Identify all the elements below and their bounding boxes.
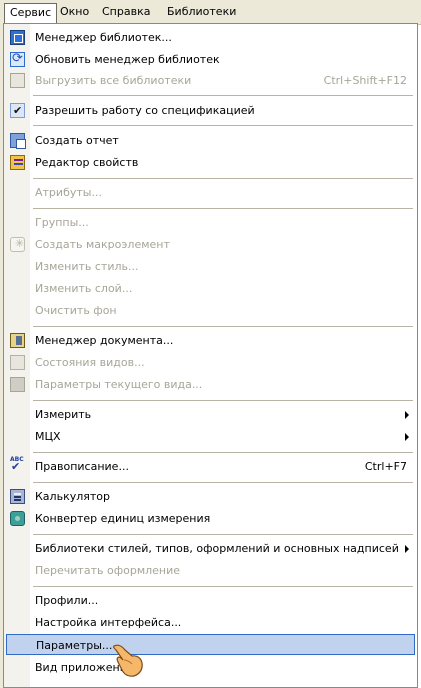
menu-item-label: Изменить слой... bbox=[35, 282, 133, 295]
macro-element-icon bbox=[10, 233, 25, 254]
menu-item-refresh-library-manager[interactable]: Обновить менеджер библиотек bbox=[6, 48, 415, 70]
menu-item-create-macro[interactable]: Создать макроэлемент bbox=[6, 233, 415, 255]
unit-converter-icon bbox=[10, 511, 25, 526]
menu-separator bbox=[33, 326, 413, 327]
menu-item-label: Библиотеки стилей, типов, оформлений и о… bbox=[35, 542, 399, 555]
menu-item-interface-settings[interactable]: Настройка интерфейса... bbox=[6, 612, 415, 633]
menu-item-label: МЦХ bbox=[35, 430, 61, 443]
library-manager-icon bbox=[10, 30, 25, 45]
menu-item-document-manager[interactable]: Менеджер документа... bbox=[6, 330, 415, 351]
menu-item-unload-libraries[interactable]: Выгрузить все библиотеки Ctrl+Shift+F12 bbox=[6, 70, 415, 91]
menu-separator bbox=[33, 178, 413, 179]
menu-item-shortcut: Ctrl+Shift+F12 bbox=[323, 74, 407, 87]
menu-item-profiles[interactable]: Профили... bbox=[6, 590, 415, 611]
menu-separator bbox=[33, 400, 413, 401]
menu-separator bbox=[33, 534, 413, 535]
menu-item-label: Состояния видов... bbox=[35, 356, 145, 369]
view-states-icon bbox=[10, 355, 25, 370]
submenu-arrow-icon bbox=[405, 411, 409, 419]
menu-item-label: Разрешить работу со спецификацией bbox=[35, 104, 255, 117]
menu-item-label: Настройка интерфейса... bbox=[35, 616, 182, 629]
menu-item-label: Профили... bbox=[35, 594, 99, 607]
menu-separator bbox=[33, 452, 413, 453]
menu-item-properties-editor[interactable]: Редактор свойств bbox=[6, 152, 415, 173]
menu-item-style-libraries[interactable]: Библиотеки стилей, типов, оформлений и о… bbox=[6, 538, 415, 559]
menu-separator bbox=[33, 586, 413, 587]
menu-item-label: Выгрузить все библиотеки bbox=[35, 74, 192, 87]
menu-item-app-view[interactable]: Вид приложения bbox=[6, 657, 415, 678]
spelling-icon bbox=[10, 456, 25, 474]
menu-item-label: Калькулятор bbox=[35, 490, 110, 503]
checkmark-icon bbox=[10, 100, 25, 121]
properties-editor-icon bbox=[10, 155, 25, 170]
menu-item-groups[interactable]: Группы... bbox=[6, 212, 415, 233]
menu-item-view-states[interactable]: Состояния видов... bbox=[6, 352, 415, 373]
menu-item-calculator[interactable]: Калькулятор bbox=[6, 486, 415, 507]
menu-bar: Сервис Окно Справка Библиотеки bbox=[0, 0, 421, 25]
menu-item-library-manager[interactable]: Менеджер библиотек... bbox=[6, 27, 415, 48]
submenu-arrow-icon bbox=[405, 433, 409, 441]
menu-separator bbox=[33, 482, 413, 483]
menu-item-label: Редактор свойств bbox=[35, 156, 139, 169]
refresh-library-icon bbox=[10, 48, 25, 69]
menu-item-label: Правописание... bbox=[35, 460, 129, 473]
menu-window[interactable]: Окно bbox=[55, 3, 94, 21]
menu-item-label: Очистить фон bbox=[35, 304, 117, 317]
view-parameters-icon bbox=[10, 377, 25, 392]
menu-item-change-style[interactable]: Изменить стиль... bbox=[6, 256, 415, 277]
menu-item-attributes[interactable]: Атрибуты... bbox=[6, 182, 415, 203]
calculator-icon bbox=[10, 489, 25, 504]
menu-item-change-layer[interactable]: Изменить слой... bbox=[6, 278, 415, 299]
service-dropdown-menu: Менеджер библиотек... Обновить менеджер … bbox=[3, 23, 418, 688]
menu-item-spelling[interactable]: Правописание... Ctrl+F7 bbox=[6, 456, 415, 477]
menu-item-clear-background[interactable]: Очистить фон bbox=[6, 300, 415, 321]
menu-item-measure[interactable]: Измерить bbox=[6, 404, 415, 425]
menu-item-label: Перечитать оформление bbox=[35, 564, 181, 577]
menu-item-mcx[interactable]: МЦХ bbox=[6, 426, 415, 447]
unload-libraries-icon bbox=[10, 73, 25, 88]
menu-item-current-view-params[interactable]: Параметры текущего вида... bbox=[6, 374, 415, 395]
menu-item-label: Группы... bbox=[35, 216, 89, 229]
menu-item-allow-specification[interactable]: Разрешить работу со спецификацией bbox=[6, 100, 415, 121]
document-manager-icon bbox=[10, 333, 25, 348]
menu-help[interactable]: Справка bbox=[97, 3, 155, 21]
menu-item-label: Создать макроэлемент bbox=[35, 238, 170, 251]
report-icon bbox=[10, 133, 26, 149]
menu-item-parameters[interactable]: Параметры... bbox=[6, 634, 415, 655]
menu-item-label: Измерить bbox=[35, 408, 92, 421]
menu-item-label: Конвертер единиц измерения bbox=[35, 512, 211, 525]
pointing-hand-cursor-icon bbox=[113, 644, 143, 677]
menu-service[interactable]: Сервис bbox=[4, 3, 58, 24]
menu-item-create-report[interactable]: Создать отчет bbox=[6, 130, 415, 151]
menu-separator bbox=[33, 95, 413, 96]
menu-item-label: Изменить стиль... bbox=[35, 260, 139, 273]
menu-libraries[interactable]: Библиотеки bbox=[162, 3, 241, 21]
menu-item-unit-converter[interactable]: Конвертер единиц измерения bbox=[6, 508, 415, 529]
menu-item-label: Параметры... bbox=[36, 639, 113, 652]
menu-separator bbox=[33, 125, 413, 126]
menu-separator bbox=[33, 208, 413, 209]
menu-item-label: Параметры текущего вида... bbox=[35, 378, 203, 391]
menu-item-reread-format[interactable]: Перечитать оформление bbox=[6, 560, 415, 581]
menu-item-label: Атрибуты... bbox=[35, 186, 102, 199]
menu-item-shortcut: Ctrl+F7 bbox=[364, 460, 407, 473]
menu-item-label: Создать отчет bbox=[35, 134, 119, 147]
submenu-arrow-icon bbox=[405, 545, 409, 553]
menu-item-label: Менеджер библиотек... bbox=[35, 31, 172, 44]
menu-item-label: Менеджер документа... bbox=[35, 334, 174, 347]
menu-item-label: Обновить менеджер библиотек bbox=[35, 53, 220, 66]
